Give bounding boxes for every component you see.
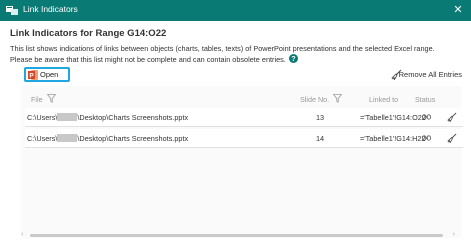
link-icon[interactable] [422,114,431,120]
file-path-suffix: \Desktop\Charts Screenshots.pptx [77,113,189,122]
column-header-slide-no[interactable]: Slide No. [300,95,329,104]
title-bar: Link Indicators ✕ [0,0,471,21]
page-title: Link Indicators for Range G14:O22 [10,28,167,39]
column-header-status[interactable]: Status [415,95,435,104]
file-path: C:\Users\ \Desktop\Charts Screenshots.ppt… [27,113,188,122]
scrollbar-thumb[interactable] [30,234,443,237]
file-path-suffix: \Desktop\Charts Screenshots.pptx [77,134,189,143]
filter-icon[interactable] [333,94,342,103]
file-path-prefix: C:\Users\ [27,113,58,122]
link-indicators-app-icon [6,6,18,15]
slide-number: 14 [316,134,325,143]
svg-text:?: ? [291,54,295,63]
svg-text:P: P [29,73,34,80]
linked-to-range: ='Tabelle1'!G14:O22 [360,113,426,122]
link-list-table: File Slide No. Linked to Status C:\Users… [21,86,463,238]
slide-number: 13 [316,113,325,122]
description-line-2-wrap: Please be aware that this list might not… [10,53,465,65]
open-button-label: Open [40,70,59,79]
column-header-file[interactable]: File [31,95,43,104]
scroll-left-icon[interactable]: ‹ [21,231,23,238]
redacted-username [57,113,78,121]
filter-icon[interactable] [47,94,56,103]
file-path: C:\Users\ \Desktop\Charts Screenshots.ppt… [27,134,188,143]
linked-to-range: ='Tabelle1'!G14:H22 [360,134,426,143]
description-line-1: This list shows indications of links bet… [10,44,435,53]
horizontal-scrollbar[interactable]: ‹ › [21,231,461,240]
column-header-linked-to[interactable]: Linked to [369,95,398,104]
window-title: Link Indicators [23,4,78,14]
redacted-username [57,134,78,142]
description-line-2: Please be aware that this list might not… [10,54,286,64]
file-path-prefix: C:\Users\ [27,134,58,143]
broom-icon[interactable] [447,133,457,143]
table-row[interactable]: C:\Users\ \Desktop\Charts Screenshots.ppt… [25,129,463,148]
table-row[interactable]: C:\Users\ \Desktop\Charts Screenshots.ppt… [25,108,463,127]
toolbar: P Open Remove All Entries [10,67,462,84]
powerpoint-icon: P [28,70,38,80]
description: This list shows indications of links bet… [10,44,465,64]
remove-all-entries-label: Remove All Entries [398,70,462,79]
scroll-right-icon[interactable]: › [453,231,455,238]
link-icon[interactable] [422,135,431,141]
broom-icon[interactable] [447,112,457,122]
help-icon[interactable]: ? [288,53,298,63]
open-button[interactable]: P Open [24,67,70,82]
close-icon[interactable]: ✕ [451,2,465,18]
